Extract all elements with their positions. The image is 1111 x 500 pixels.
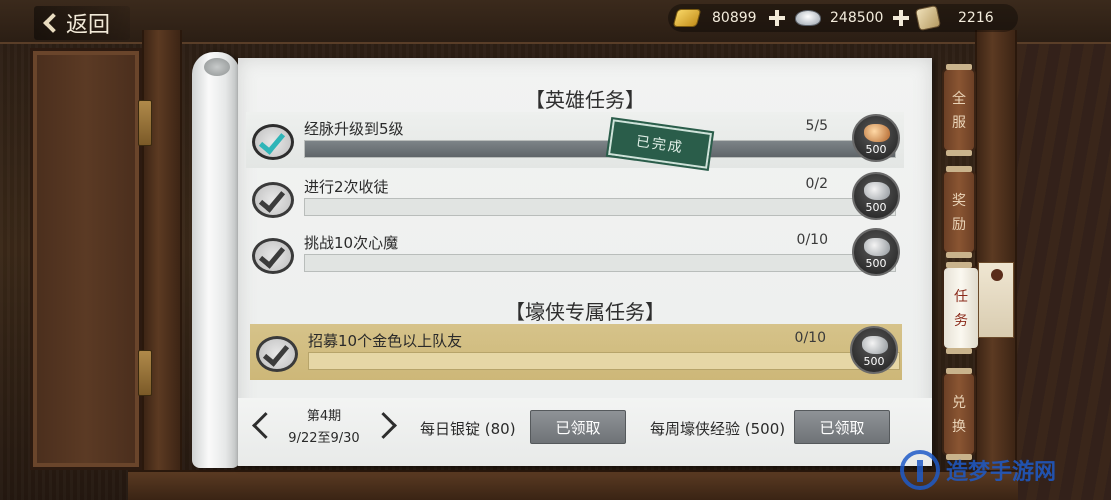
site-watermark: 造梦手游网	[900, 446, 1100, 494]
reward-icon[interactable]: 500	[852, 172, 900, 220]
scroll-currency: 2216	[916, 6, 994, 30]
period-info: 第4期 9/22至9/30	[274, 406, 374, 450]
scroll-amount: 2216	[958, 10, 994, 26]
check-icon	[252, 182, 294, 218]
progress-bar	[304, 140, 896, 158]
reward-amount: 500	[863, 355, 885, 368]
progress-bar	[308, 352, 900, 370]
check-icon	[252, 238, 294, 274]
reward-amount: 500	[865, 143, 887, 156]
tab-label: 服	[952, 115, 966, 131]
right-wood-panel	[1017, 44, 1111, 500]
tab-label: 务	[954, 313, 968, 329]
task-row: 招募10个金色以上队友 0/10 500	[250, 324, 902, 380]
scroll-icon	[916, 6, 940, 30]
check-icon	[252, 124, 294, 160]
back-label: 返回	[66, 13, 111, 38]
task-name: 经脉升级到5级	[304, 120, 404, 138]
chevron-left-icon	[43, 13, 63, 33]
add-silver-icon[interactable]	[893, 10, 910, 26]
task-name: 挑战10次心魔	[304, 234, 399, 252]
reward-amount: 500	[865, 201, 887, 214]
watermark-text: 造梦手游网	[946, 460, 1057, 485]
next-period-arrow[interactable]	[376, 412, 392, 438]
tab-label: 任	[954, 289, 968, 305]
daily-claimed-button[interactable]: 已领取	[530, 410, 626, 444]
task-scroll-paper: 【英雄任务】 经脉升级到5级 5/5 500 已完成 进行2次收徒 0/2 50…	[238, 58, 932, 466]
silver-currency: 248500	[796, 6, 910, 30]
task-progress: 0/10	[796, 232, 828, 248]
reward-icon[interactable]: 500	[852, 228, 900, 276]
weekly-reward-label: 每周壕侠经验 (500)	[650, 420, 786, 438]
task-progress: 0/10	[794, 330, 826, 346]
weekly-claimed-button[interactable]: 已领取	[794, 410, 890, 444]
daily-reward-label: 每日银锭 (80)	[420, 420, 516, 438]
silver-amount: 248500	[830, 10, 884, 26]
gold-currency: 80899	[673, 6, 785, 30]
scroll-footer: 第4期 9/22至9/30 每日银锭 (80) 已领取 每周壕侠经验 (500)…	[238, 398, 932, 466]
task-row: 进行2次收徒 0/2 500	[246, 170, 904, 226]
task-name: 招募10个金色以上队友	[308, 332, 463, 350]
gold-ingot-icon	[673, 10, 701, 26]
tab-label: 励	[952, 217, 966, 233]
prev-period-arrow[interactable]	[250, 412, 266, 438]
hinge	[138, 350, 152, 396]
gold-amount: 80899	[712, 10, 757, 26]
progress-bar	[304, 198, 896, 216]
watermark-logo-icon	[900, 450, 940, 490]
tab-label: 全	[952, 91, 966, 107]
task-progress: 0/2	[805, 176, 828, 192]
silver-ingot-icon	[796, 11, 820, 25]
tab-label: 奖	[952, 193, 966, 209]
period-dates: 9/22至9/30	[288, 431, 360, 446]
task-progress: 5/5	[805, 118, 828, 134]
tab-rewards[interactable]: 奖 励	[944, 166, 974, 258]
active-tab-tag	[978, 262, 1014, 338]
reward-icon[interactable]: 500	[852, 114, 900, 162]
task-row: 经脉升级到5级 5/5 500	[246, 112, 904, 168]
tab-tasks[interactable]: 任 务	[944, 262, 978, 354]
task-name: 进行2次收徒	[304, 178, 389, 196]
tab-server[interactable]: 全 服	[944, 64, 974, 156]
add-gold-icon[interactable]	[768, 10, 785, 26]
reward-icon[interactable]: 500	[850, 326, 898, 374]
tab-exchange[interactable]: 兑 换	[944, 368, 974, 460]
back-button[interactable]: 返回	[34, 6, 130, 40]
hinge	[138, 100, 152, 146]
bottom-rail	[128, 470, 1018, 500]
scroll-roll	[192, 52, 240, 468]
progress-bar	[304, 254, 896, 272]
hero-task-title: 【英雄任务】	[525, 88, 645, 112]
tab-label: 兑	[952, 395, 966, 411]
reward-amount: 500	[865, 257, 887, 270]
exclusive-task-title: 【壕侠专属任务】	[505, 300, 665, 324]
period-label: 第4期	[306, 409, 342, 424]
left-cabinet-door	[30, 48, 142, 470]
task-row: 挑战10次心魔 0/10 500	[246, 226, 904, 282]
check-icon	[256, 336, 298, 372]
tab-label: 换	[952, 419, 966, 435]
